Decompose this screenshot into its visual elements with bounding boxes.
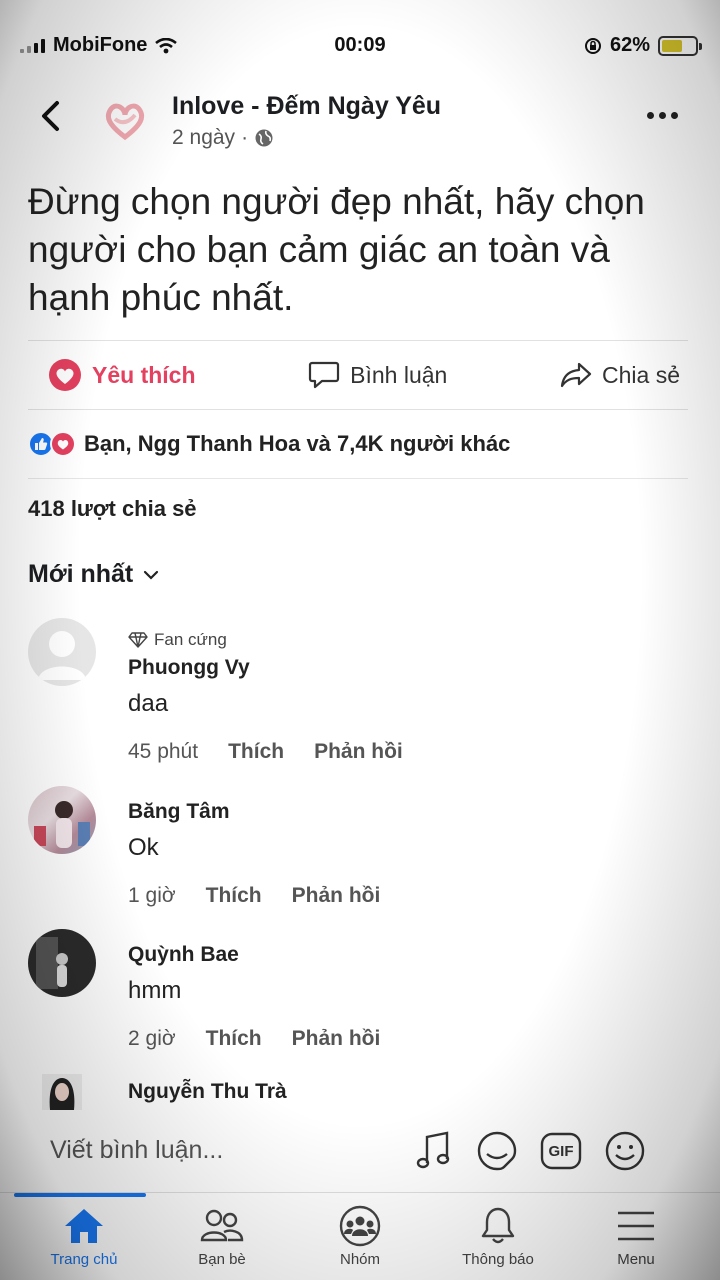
share-label: Chia sẻ [602, 361, 680, 388]
share-icon [560, 362, 592, 388]
more-dot [646, 111, 654, 119]
post-meta: 2 ngày · [172, 126, 274, 150]
tab-menu[interactable]: Menu [576, 1205, 696, 1268]
back-button[interactable] [30, 96, 70, 136]
comment-reply-button[interactable]: Phản hồi [292, 1027, 381, 1051]
emoji-button[interactable] [604, 1130, 646, 1172]
comment-time: 2 giờ [128, 1027, 176, 1050]
post-text: Đừng chọn người đẹp nhất, hãy chọn người… [28, 181, 645, 318]
avatar[interactable] [42, 1074, 82, 1110]
comment-icon [309, 361, 340, 389]
infinity-heart-logo-icon [105, 103, 145, 141]
avatar[interactable] [28, 618, 96, 686]
battery-icon [658, 35, 702, 56]
tab-label: Nhóm [339, 1251, 380, 1268]
groups-icon [339, 1205, 381, 1247]
bottom-tab-bar: Trang chủ Bạn bè Nhóm Thông báo Menu [0, 1192, 720, 1280]
post-header: Inlove - Đếm Ngày Yêu 2 ngày · [0, 88, 720, 160]
love-reaction-button[interactable]: Yêu thích [48, 358, 196, 392]
sort-label: Mới nhất [28, 560, 134, 588]
badge-label: Fan cứng [154, 630, 227, 649]
comment-time: 1 giờ [128, 884, 176, 907]
avatar[interactable] [28, 786, 96, 854]
battery-percent: 62% [609, 34, 650, 56]
sticker-button[interactable] [476, 1130, 518, 1172]
comment-text: Ok [128, 834, 159, 861]
more-dot [670, 111, 678, 119]
comment-like-button[interactable]: Thích [228, 740, 284, 764]
comment-reply-button[interactable]: Phản hồi [314, 740, 403, 764]
comment-sort-dropdown[interactable]: Mới nhất [28, 560, 159, 589]
reactions-text: Bạn, Ngg Thanh Hoa và 7,4K người khác [84, 431, 511, 456]
divider [28, 478, 688, 479]
comment-item: Quỳnh Bae hmm 2 giờ Thích Phản hồi [28, 929, 688, 1059]
tab-label: Bạn bè [198, 1251, 246, 1268]
meta-separator: · [241, 126, 249, 149]
comment-button[interactable]: Bình luận [308, 360, 447, 390]
love-reaction-small-icon [50, 431, 76, 457]
gif-label: GIF [548, 1142, 574, 1160]
reactions-summary[interactable]: Bạn, Ngg Thanh Hoa và 7,4K người khác [28, 424, 510, 464]
comment-composer: Viết bình luận... GIF [0, 1120, 720, 1186]
page-name[interactable]: Inlove - Đếm Ngày Yêu [172, 92, 441, 121]
bell-icon [481, 1207, 515, 1244]
post-action-bar: Yêu thích Bình luận Chia sẻ [28, 340, 688, 410]
comment-item: Băng Tâm Ok 1 giờ Thích Phản hồi [28, 786, 688, 916]
comment-like-button[interactable]: Thích [206, 884, 262, 908]
rotation-lock-icon [584, 37, 601, 54]
fan-badge: Fan cứng [128, 630, 403, 650]
comment-item: Fan cứng Phuongg Vy daa 45 phút Thích Ph… [28, 618, 688, 768]
chevron-down-icon [144, 570, 159, 580]
commenter-name[interactable]: Quỳnh Bae [128, 943, 380, 967]
share-button[interactable]: Chia sẻ [560, 361, 680, 389]
diamond-icon [128, 632, 148, 648]
status-bar: MobiFone 00:09 62% [0, 0, 720, 88]
reaction-icons [28, 431, 76, 457]
comment-text: hmm [128, 977, 182, 1004]
commenter-name[interactable]: Phuongg Vy [128, 656, 403, 680]
tab-notifications[interactable]: Thông báo [438, 1205, 558, 1268]
music-note-button[interactable] [412, 1130, 454, 1172]
love-reaction-icon [49, 359, 81, 391]
home-icon [65, 1209, 103, 1243]
emoji-icon [605, 1131, 645, 1171]
comment-label: Bình luận [350, 361, 448, 388]
chevron-left-icon [42, 101, 59, 131]
tab-home[interactable]: Trang chủ [24, 1205, 144, 1268]
menu-icon [618, 1211, 654, 1241]
share-count[interactable]: 418 lượt chia sẻ [28, 496, 197, 522]
comment-item: Nguyễn Thu Trà [28, 1072, 688, 1112]
tab-label: Trang chủ [50, 1251, 118, 1268]
love-reaction-label: Yêu thích [92, 361, 196, 388]
comment-reply-button[interactable]: Phản hồi [292, 884, 381, 908]
globe-icon [255, 129, 273, 147]
music-note-icon [416, 1131, 450, 1169]
comment-input[interactable]: Viết bình luận... [50, 1136, 223, 1165]
comment-text: daa [128, 690, 169, 717]
more-dot [658, 111, 666, 119]
post-time[interactable]: 2 ngày [172, 126, 235, 150]
more-options-button[interactable] [640, 100, 684, 130]
page-avatar[interactable] [100, 96, 150, 146]
friends-icon [200, 1209, 244, 1242]
tab-label: Thông báo [462, 1251, 534, 1268]
gif-button[interactable]: GIF [540, 1130, 582, 1172]
tab-label: Menu [617, 1251, 655, 1268]
tab-friends[interactable]: Bạn bè [162, 1205, 282, 1268]
tab-groups[interactable]: Nhóm [300, 1205, 420, 1268]
active-tab-indicator [14, 1193, 146, 1197]
commenter-name[interactable]: Nguyễn Thu Trà [128, 1080, 287, 1104]
commenter-name[interactable]: Băng Tâm [128, 800, 380, 824]
avatar[interactable] [28, 929, 96, 997]
sticker-icon [477, 1131, 517, 1171]
comment-like-button[interactable]: Thích [206, 1027, 262, 1051]
comment-time: 45 phút [128, 740, 199, 763]
